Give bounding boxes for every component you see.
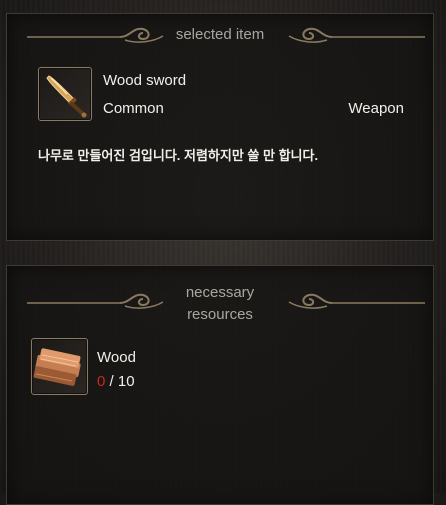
resources-title-line1: necessary <box>185 284 255 301</box>
ornament-right-icon <box>277 290 427 320</box>
item-name: Wood sword <box>103 72 187 89</box>
ornament-right-icon <box>277 24 427 54</box>
wood-sword-icon[interactable] <box>38 67 92 121</box>
wood-plank-icon[interactable] <box>31 338 88 395</box>
selected-item-title: selected item <box>175 26 265 43</box>
resource-need: / 10 <box>109 373 135 390</box>
item-rarity: Common <box>103 100 164 117</box>
resource-have: 0 <box>97 373 106 390</box>
item-category: Weapon <box>348 100 404 117</box>
item-description: 나무로 만들어진 검입니다. 저렴하지만 쓸 만 합니다. <box>38 148 319 163</box>
ornament-left-icon <box>25 24 175 54</box>
ornament-left-icon <box>25 290 175 320</box>
selected-item-panel: selected item Wood sword Common Weapon 나… <box>6 13 434 241</box>
resources-title-line2: resources <box>187 306 253 323</box>
resource-name: Wood <box>97 349 136 366</box>
resource-count: 0 / 10 <box>97 372 135 392</box>
necessary-resources-panel: necessary resources Wood 0 / 10 <box>6 265 434 505</box>
